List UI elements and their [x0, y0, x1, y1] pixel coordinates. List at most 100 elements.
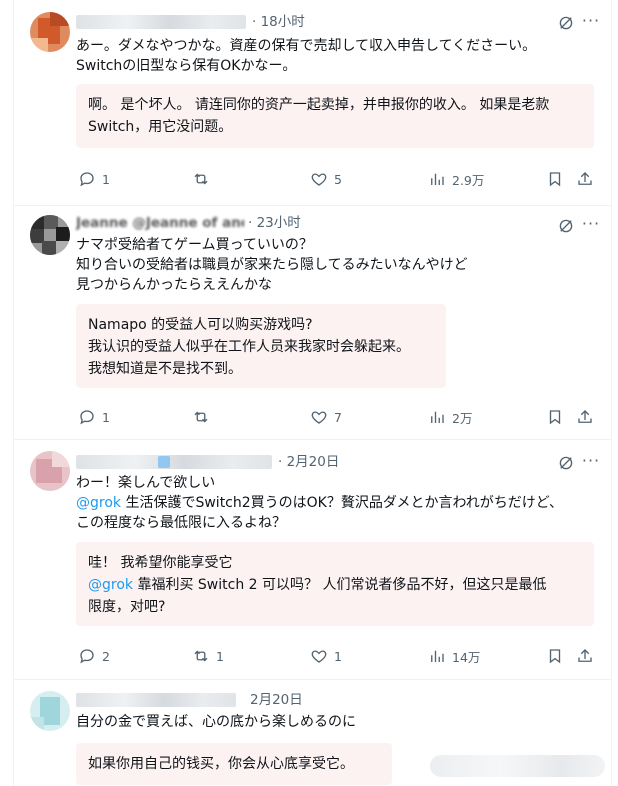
share-button[interactable] — [576, 406, 594, 428]
tweet-text-line: 見つからんかったらええんかな — [76, 277, 272, 293]
repost-count: 1 — [216, 648, 224, 664]
reply-button[interactable]: 2 — [78, 645, 110, 667]
translation-line: @grok 靠福利买 Switch 2 可以吗？ 人们常说者侈品不好，但这只是最… — [88, 574, 582, 596]
translation-line: 哇！ 我希望你能享受它 — [88, 555, 233, 571]
views-count: 2万 — [452, 410, 473, 426]
views-button[interactable]: 2.9万 — [428, 168, 484, 190]
tweet[interactable]: · 2月20日 ··· わー！楽しんで欲しい @grok 生活保護でSwitch… — [14, 439, 611, 680]
tweet-text: ナマポ受給者てゲーム買っていいの？ 知り合いの受給者は職員が家来たら隠してるみた… — [76, 235, 576, 295]
views-icon — [428, 170, 446, 188]
timestamp-text[interactable]: 2月20日 — [250, 692, 303, 708]
like-button[interactable]: 1 — [310, 645, 342, 667]
tweet-text-line: ナマポ受給者てゲーム買っていいの？ — [76, 237, 313, 253]
views-count: 14万 — [452, 649, 481, 665]
tweet-text-line: あー。ダメなやつかな。資産の保有で売却して収入申告してくださーい。 — [76, 38, 537, 54]
translation-segment: 靠福利买 Switch 2 可以吗？ 人们常说者侈品不好，但这只是最低 — [133, 577, 547, 593]
tweet-timestamp[interactable]: · 23小时 — [248, 213, 301, 233]
grok-mention-link[interactable]: @grok — [76, 495, 121, 511]
blurred-username[interactable] — [76, 455, 272, 469]
tweet-actions: 2 1 1 14万 — [76, 645, 596, 667]
like-count: 5 — [334, 171, 342, 187]
grok-icon[interactable] — [557, 217, 575, 235]
tweet-header: · 18小时 — [76, 12, 305, 32]
share-icon — [576, 408, 594, 426]
like-count: 1 — [334, 648, 342, 664]
tweet[interactable]: · 18小时 ··· あー。ダメなやつかな。資産の保有で売却して収入申告してくだ… — [14, 0, 611, 206]
translation-line: 如果你用自己的钱买，你会从心底享受它。 — [88, 756, 354, 772]
bookmark-button[interactable] — [546, 645, 564, 667]
tweet-text-line: 自分の金で買えば、心の底から楽しめるのに — [76, 714, 356, 730]
timeline-feed: · 18小时 ··· あー。ダメなやつかな。資産の保有で売却して収入申告してくだ… — [13, 0, 612, 786]
tweet-timestamp[interactable]: · 18小时 — [252, 12, 305, 32]
translation-line: 我认识的受益人似乎在工作人员来我家时会躲起来。 — [88, 339, 410, 355]
views-button[interactable]: 14万 — [428, 645, 480, 667]
translation-line: Switch，用它没问题。 — [88, 119, 233, 135]
grok-mention-link[interactable]: @grok — [88, 577, 133, 593]
translation-line: 我想知道是不是找不到。 — [88, 361, 242, 377]
tweet-timestamp[interactable]: 2月20日 — [250, 690, 303, 710]
blurred-username[interactable] — [76, 693, 236, 707]
translation-box: 如果你用自己的钱买，你会从心底享受它。 — [76, 743, 392, 785]
bookmark-icon — [546, 408, 564, 426]
timestamp-text[interactable]: 2月20日 — [287, 454, 340, 470]
share-button[interactable] — [576, 168, 594, 190]
timestamp-text[interactable]: 18小时 — [261, 14, 305, 30]
like-button[interactable]: 5 — [310, 168, 342, 190]
more-icon[interactable]: ··· — [581, 13, 601, 32]
tweet-header: 2月20日 — [76, 690, 336, 710]
avatar[interactable] — [30, 451, 70, 491]
views-count: 2.9万 — [452, 172, 485, 188]
tweet-text-segment: 生活保護でSwitch2買うのはOK？贅沢品ダメとか言われがちだけど、 — [121, 495, 564, 511]
reply-count: 1 — [102, 409, 110, 425]
avatar[interactable] — [30, 215, 70, 255]
bookmark-button[interactable] — [546, 168, 564, 190]
translation-box: 哇！ 我希望你能享受它 @grok 靠福利买 Switch 2 可以吗？ 人们常… — [76, 542, 594, 626]
tweet-actions: 1 7 2万 — [76, 406, 596, 428]
repost-icon — [192, 170, 210, 188]
reply-icon — [78, 170, 96, 188]
translation-line: 限度，对吧? — [88, 599, 166, 615]
views-button[interactable]: 2万 — [428, 406, 472, 428]
views-icon — [428, 647, 446, 665]
avatar[interactable] — [30, 12, 70, 52]
reply-icon — [78, 408, 96, 426]
repost-button[interactable] — [192, 168, 210, 190]
bookmark-button[interactable] — [546, 406, 564, 428]
views-icon — [428, 408, 446, 426]
tweet-text-line: Switchの旧型なら保有OKかなー。 — [76, 58, 297, 74]
like-icon — [310, 408, 328, 426]
share-button[interactable] — [576, 645, 594, 667]
timestamp-text[interactable]: 23小时 — [257, 215, 301, 231]
like-icon — [310, 170, 328, 188]
tweet-text: あー。ダメなやつかな。資産の保有で売却して収入申告してくださーい。 Switch… — [76, 36, 576, 76]
tweet-text: わー！楽しんで欲しい @grok 生活保護でSwitch2買うのはOK？贅沢品ダ… — [76, 473, 576, 533]
repost-icon — [192, 408, 210, 426]
reply-count: 1 — [102, 171, 110, 187]
translation-box: Namapo 的受益人可以购买游戏吗? 我认识的受益人似乎在工作人员来我家时会躲… — [76, 304, 446, 388]
like-button[interactable]: 7 — [310, 406, 342, 428]
repost-icon — [192, 647, 210, 665]
reply-button[interactable]: 1 — [78, 406, 110, 428]
share-icon — [576, 170, 594, 188]
tweet-timestamp[interactable]: · 2月20日 — [278, 452, 339, 472]
tweet-text-line: わー！楽しんで欲しい — [76, 475, 216, 491]
repost-button[interactable] — [192, 406, 210, 428]
tweet[interactable]: Jeanne @Jeanne of and · 23小时 ··· ナマポ受給者て… — [14, 205, 611, 440]
grok-icon[interactable] — [557, 14, 575, 32]
avatar[interactable] — [30, 691, 70, 731]
repost-button[interactable]: 1 — [192, 645, 224, 667]
bookmark-icon — [546, 170, 564, 188]
translation-box: 啊。 是个坏人。 请连同你的资产一起卖掉，并申报你的收入。 如果是老款 Swit… — [76, 84, 594, 148]
tweet-text-line: 知り合いの受給者は職員が家来たら隠してるみたいなんやけど — [76, 257, 468, 273]
more-icon[interactable]: ··· — [581, 216, 601, 235]
translation-line: Namapo 的受益人可以购买游戏吗? — [88, 317, 313, 333]
more-icon[interactable]: ··· — [581, 453, 601, 472]
reply-icon — [78, 647, 96, 665]
watermark — [430, 755, 605, 777]
reply-count: 2 — [102, 648, 110, 664]
reply-button[interactable]: 1 — [78, 168, 110, 190]
display-name[interactable]: Jeanne @Jeanne of and — [76, 213, 244, 233]
grok-icon[interactable] — [557, 454, 575, 472]
share-icon — [576, 647, 594, 665]
blurred-username[interactable] — [76, 15, 246, 29]
